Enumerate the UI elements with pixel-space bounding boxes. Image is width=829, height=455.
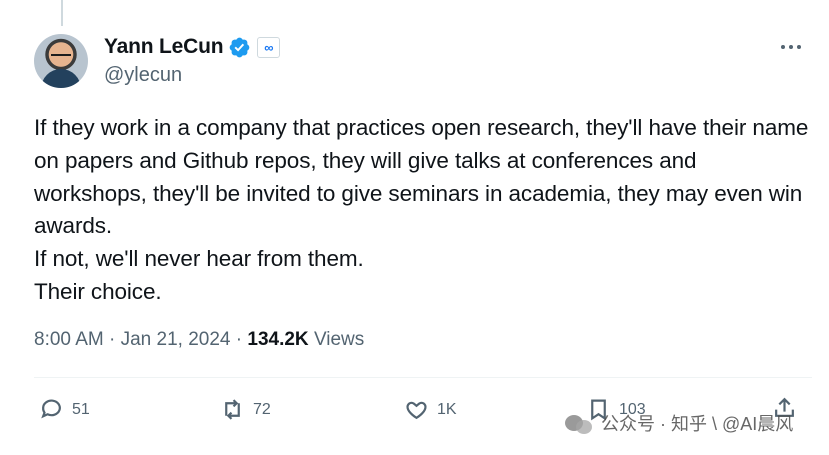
reply-count: 51 [72,400,90,418]
repost-button[interactable]: 72 [220,397,271,422]
meta-separator: · [235,329,243,350]
tweet-text: If they work in a company that practices… [34,112,814,309]
watermark-text: 公众号 · 知乎 \ @AI晨风 [601,414,794,434]
author-display-name[interactable]: Yann LeCun [104,35,224,59]
avatar-shirt [41,69,81,88]
views-label: Views [313,329,365,350]
tweet-time[interactable]: 8:00 AM [34,329,104,350]
repost-icon [225,399,240,420]
meta-separator: · [109,329,116,350]
tweet-paragraph: Their choice. [34,278,162,304]
tweet-metadata: 8:00 AM · Jan 21, 2024 · 134.2K Views [34,329,364,351]
like-count: 1K [437,400,457,418]
wechat-logo-icon [565,412,595,434]
author-handle[interactable]: @ylecun [104,64,280,87]
repost-count: 72 [253,400,271,418]
thread-connector-line [61,0,63,26]
meta-affiliation-icon[interactable]: ∞ [257,36,281,58]
author-info: Yann LeCun ∞ @ylecun [104,33,281,87]
more-dot-icon [797,45,801,49]
more-dot-icon [789,45,793,49]
avatar-glasses [51,54,71,61]
author-avatar[interactable] [34,34,88,88]
like-button[interactable]: 1K [404,397,457,422]
tweet-paragraph: If they work in a company that practices… [34,115,809,239]
verified-badge-icon [230,37,250,57]
more-dot-icon [781,45,785,49]
author-name-row: Yann LeCun ∞ [104,33,281,61]
tweet-paragraph: If not, we'll never hear from them. [34,246,364,272]
reply-icon [41,399,61,419]
heart-icon [406,401,427,420]
views-count: 134.2K [247,329,309,350]
watermark: 公众号 · 知乎 \ @AI晨风 [565,410,793,436]
actions-divider [34,377,812,378]
tweet-date[interactable]: Jan 21, 2024 [121,329,231,350]
more-options-icon[interactable] [781,45,801,49]
reply-button[interactable]: 51 [39,397,90,422]
